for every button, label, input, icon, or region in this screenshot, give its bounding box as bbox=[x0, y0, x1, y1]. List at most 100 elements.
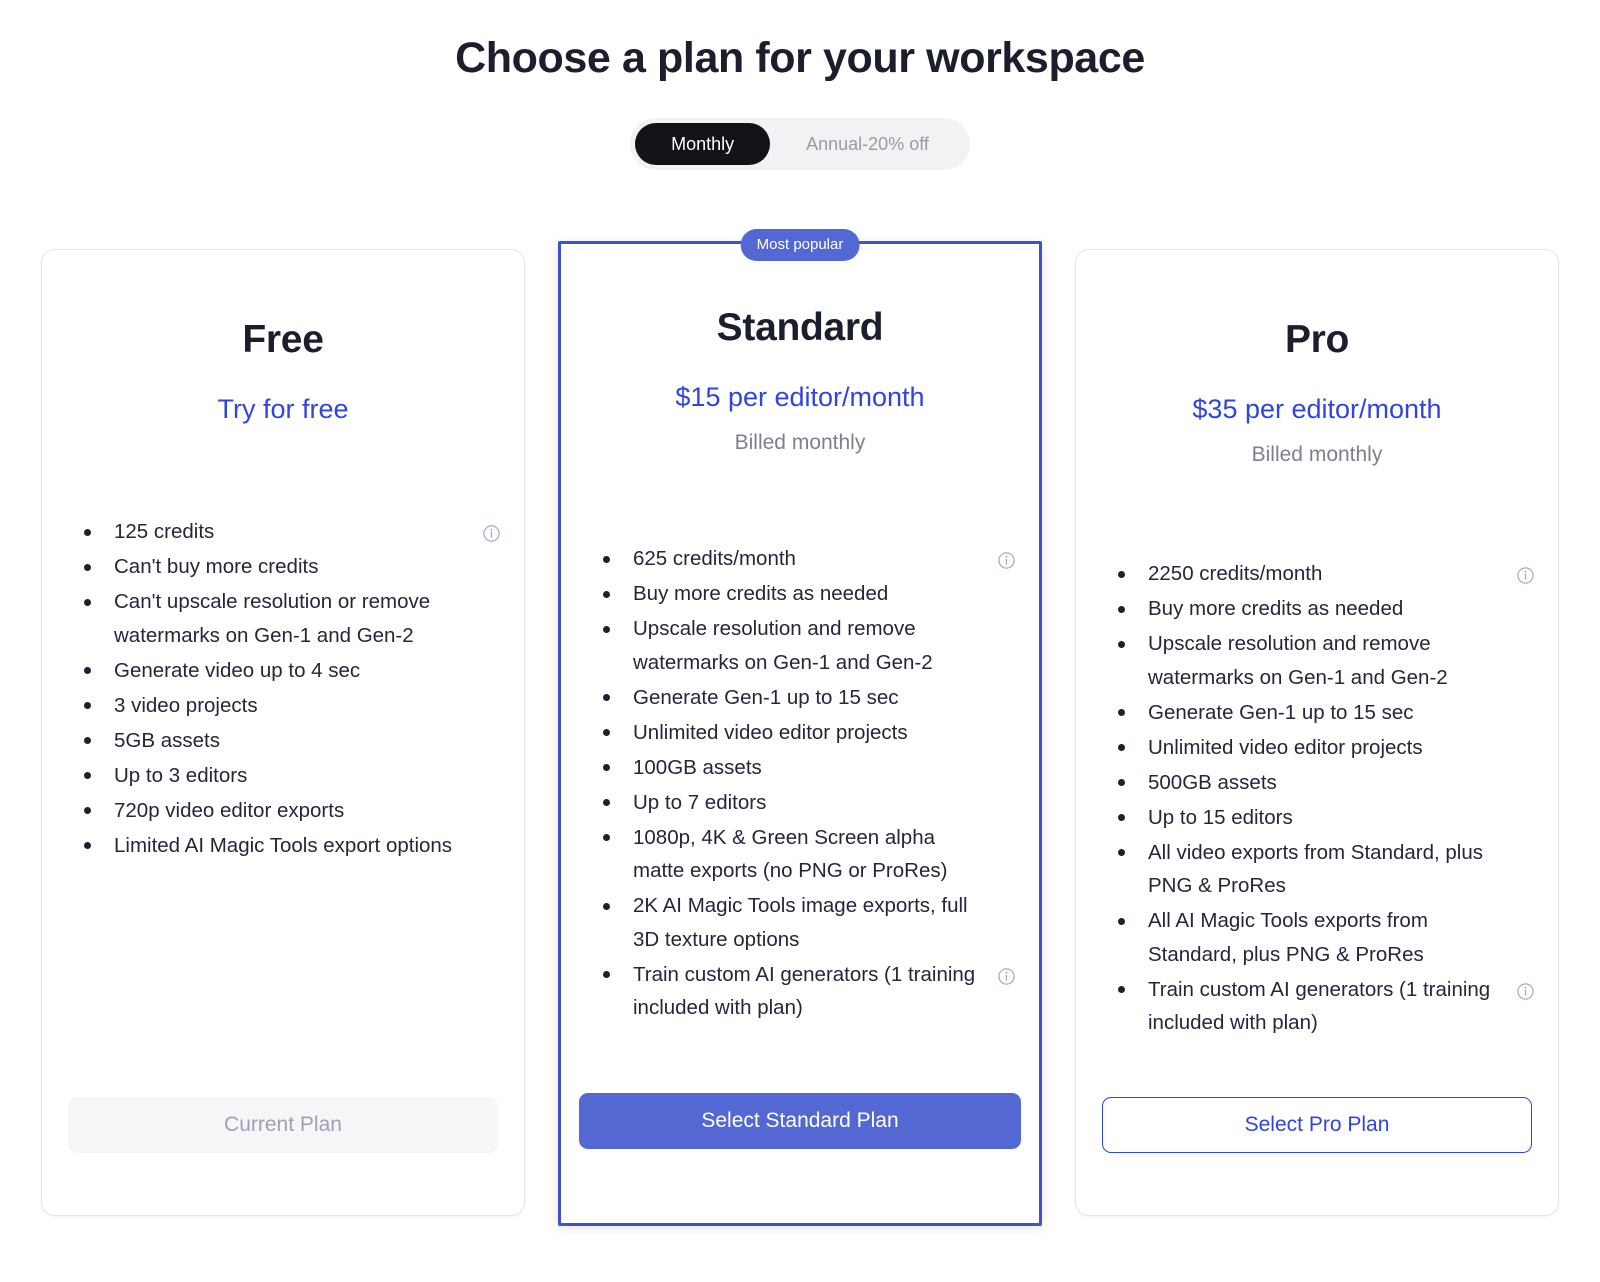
bullet-icon bbox=[1118, 605, 1125, 613]
feature-text: Upscale resolution and remove watermarks… bbox=[1148, 632, 1448, 689]
feature-text: Can't buy more credits bbox=[114, 555, 319, 579]
feature-item: 2K AI Magic Tools image exports, full 3D… bbox=[603, 889, 1015, 956]
feature-text: Buy more credits as needed bbox=[1148, 597, 1404, 621]
plan-price[interactable]: $15 per editor/month bbox=[561, 381, 1039, 413]
feature-item: 5GB assets bbox=[84, 724, 500, 758]
feature-item: Up to 15 editors bbox=[1118, 801, 1534, 835]
feature-text: 3 video projects bbox=[114, 693, 258, 717]
plan-feature-list: 125 credits Can't buy more credits Can't u… bbox=[42, 515, 524, 1097]
feature-text: Generate Gen-1 up to 15 sec bbox=[633, 685, 899, 709]
plan-cta-pro[interactable]: Select Pro Plan bbox=[1102, 1097, 1532, 1153]
bullet-icon bbox=[1118, 917, 1125, 925]
feature-text: Unlimited video editor projects bbox=[1148, 735, 1423, 759]
plan-name: Pro bbox=[1284, 318, 1350, 361]
feature-text: Generate Gen-1 up to 15 sec bbox=[1148, 700, 1414, 724]
feature-item: 2250 credits/month bbox=[1118, 557, 1534, 591]
page-title: Choose a plan for your workspace bbox=[455, 34, 1145, 82]
feature-item: Unlimited video editor projects bbox=[1118, 731, 1534, 765]
plan-cta-wrap: Current Plan bbox=[42, 1097, 524, 1153]
bullet-icon bbox=[84, 807, 91, 815]
plan-name: Free bbox=[242, 318, 324, 361]
plan-cards: Free Try for free 125 credits Can't buy m… bbox=[0, 229, 1600, 1226]
bullet-icon bbox=[1118, 640, 1125, 648]
feature-item: 100GB assets bbox=[603, 751, 1015, 785]
bullet-icon bbox=[603, 799, 610, 807]
toggle-option-annual[interactable]: Annual-20% off bbox=[770, 123, 965, 165]
feature-item: Up to 7 editors bbox=[603, 786, 1015, 820]
plan-card-header: Pro $35 per editor/month Billed monthly bbox=[1076, 250, 1558, 467]
plan-cta-wrap: Select Standard Plan bbox=[561, 1093, 1039, 1149]
feature-item: 500GB assets bbox=[1118, 766, 1534, 800]
bullet-icon bbox=[1118, 849, 1125, 857]
bullet-icon bbox=[1118, 986, 1125, 994]
bullet-icon bbox=[1118, 814, 1125, 822]
plan-card-header: Free Try for free bbox=[42, 250, 524, 425]
info-icon[interactable] bbox=[998, 552, 1015, 570]
feature-text: 625 credits/month bbox=[633, 547, 796, 571]
info-icon[interactable] bbox=[998, 968, 1015, 985]
bullet-icon bbox=[1118, 779, 1125, 787]
plan-card-standard: Most popular Standard $15 per editor/mon… bbox=[558, 229, 1042, 1226]
feature-text: All video exports from Standard, plus PN… bbox=[1148, 840, 1483, 898]
feature-item: Upscale resolution and remove watermarks… bbox=[1118, 627, 1534, 694]
feature-item: Train custom AI generators (1 training i… bbox=[603, 958, 1015, 1025]
billing-toggle[interactable]: Monthly Annual-20% off bbox=[630, 118, 970, 171]
feature-text: Unlimited video editor projects bbox=[633, 720, 908, 744]
feature-item: Buy more credits as needed bbox=[1118, 592, 1534, 626]
bullet-icon bbox=[1118, 744, 1125, 752]
feature-text: 125 credits bbox=[114, 520, 215, 544]
toggle-option-monthly[interactable]: Monthly bbox=[635, 123, 771, 166]
bullet-icon bbox=[603, 729, 610, 737]
bullet-icon bbox=[603, 902, 610, 910]
feature-item: Upscale resolution and remove watermarks… bbox=[603, 612, 1015, 679]
feature-text: Train custom AI generators (1 training i… bbox=[633, 962, 976, 1020]
pricing-page: Choose a plan for your workspace Monthly… bbox=[0, 0, 1600, 1282]
info-icon[interactable] bbox=[1517, 983, 1534, 1000]
feature-item: Unlimited video editor projects bbox=[603, 716, 1015, 750]
feature-item: Can't upscale resolution or remove water… bbox=[84, 585, 500, 652]
bullet-icon bbox=[84, 702, 91, 710]
plan-price[interactable]: Try for free bbox=[42, 393, 524, 425]
feature-text: 500GB assets bbox=[1148, 770, 1277, 794]
feature-text: Upscale resolution and remove watermarks… bbox=[633, 617, 933, 674]
feature-text: Can't upscale resolution or remove water… bbox=[114, 590, 431, 647]
feature-text: 5GB assets bbox=[114, 728, 220, 752]
info-icon[interactable] bbox=[483, 525, 500, 543]
feature-text: Up to 15 editors bbox=[1148, 805, 1293, 829]
most-popular-badge: Most popular bbox=[740, 229, 860, 261]
feature-text: 100GB assets bbox=[633, 755, 762, 779]
feature-text: Train custom AI generators (1 training i… bbox=[1148, 977, 1491, 1035]
bullet-icon bbox=[84, 563, 91, 571]
info-icon[interactable] bbox=[1517, 567, 1534, 585]
feature-text: 2K AI Magic Tools image exports, full 3D… bbox=[633, 894, 968, 951]
bullet-icon bbox=[603, 625, 610, 633]
feature-item: Train custom AI generators (1 training i… bbox=[1118, 973, 1534, 1040]
bullet-icon bbox=[1118, 709, 1125, 717]
feature-text: Up to 7 editors bbox=[633, 790, 767, 814]
bullet-icon bbox=[84, 842, 91, 850]
plan-name: Standard bbox=[716, 306, 884, 349]
feature-item: Can't buy more credits bbox=[84, 550, 500, 584]
feature-item: All AI Magic Tools exports from Standard… bbox=[1118, 904, 1534, 971]
bullet-icon bbox=[84, 667, 91, 675]
feature-item: Up to 3 editors bbox=[84, 759, 500, 793]
plan-price[interactable]: $35 per editor/month bbox=[1076, 393, 1558, 425]
plan-cta-standard[interactable]: Select Standard Plan bbox=[579, 1093, 1021, 1149]
feature-text: 1080p, 4K & Green Screen alpha matte exp… bbox=[633, 825, 948, 883]
feature-text: 720p video editor exports bbox=[114, 798, 345, 822]
feature-text: Buy more credits as needed bbox=[633, 582, 889, 606]
feature-text: Generate video up to 4 sec bbox=[114, 658, 361, 682]
feature-item: Buy more credits as needed bbox=[603, 577, 1015, 611]
bullet-icon bbox=[603, 555, 610, 563]
plan-feature-list: 625 credits/month Buy more credits as nee… bbox=[561, 542, 1039, 1093]
plan-billing-note: Billed monthly bbox=[734, 431, 866, 455]
bullet-icon bbox=[84, 737, 91, 745]
feature-text: 2250 credits/month bbox=[1148, 562, 1323, 586]
plan-cta-wrap: Select Pro Plan bbox=[1076, 1097, 1558, 1153]
plan-card-pro: Pro $35 per editor/month Billed monthly … bbox=[1075, 249, 1559, 1216]
feature-item: 3 video projects bbox=[84, 689, 500, 723]
bullet-icon bbox=[84, 528, 91, 536]
feature-item: 720p video editor exports bbox=[84, 794, 500, 828]
feature-text: Limited AI Magic Tools export options bbox=[114, 833, 453, 857]
feature-item: 625 credits/month bbox=[603, 542, 1015, 576]
